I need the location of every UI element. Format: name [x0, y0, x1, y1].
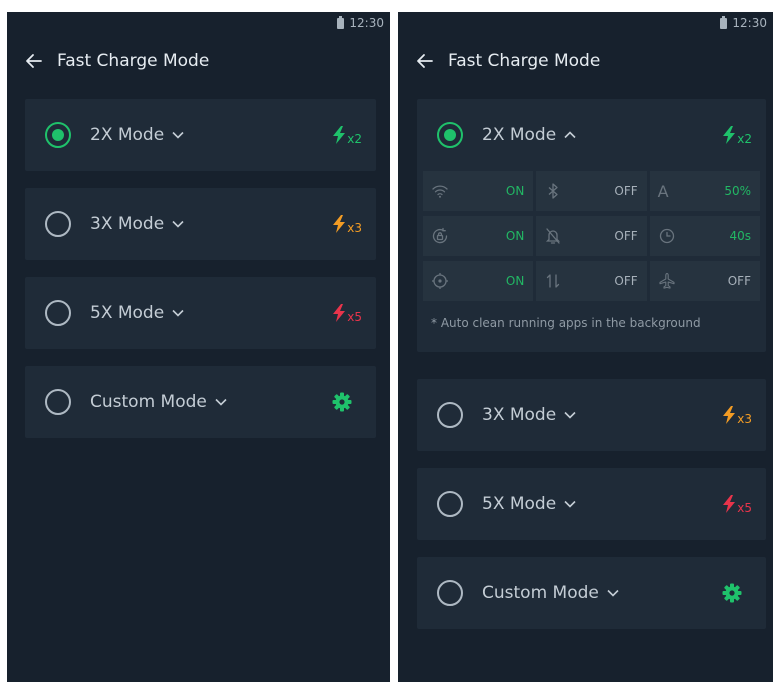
setting-value: 40s	[729, 229, 751, 243]
chevron-down-icon[interactable]	[172, 309, 184, 317]
chevron-down-icon[interactable]	[564, 500, 576, 508]
mode-label: 2X Mode	[90, 125, 165, 145]
screen-collapsed: 12:30 Fast Charge Mode 2X Mode x2 3X Mod…	[7, 12, 390, 682]
mode-label: 2X Mode	[482, 125, 557, 145]
auto-clean-note: * Auto clean running apps in the backgro…	[431, 316, 701, 330]
charge-badge-x3: x3	[332, 215, 362, 235]
mode-card-5x[interactable]: 5X Mode x5	[417, 468, 766, 540]
lightning-icon	[723, 126, 736, 144]
mode-card-custom[interactable]: Custom Mode	[417, 557, 766, 629]
status-bar: 12:30	[337, 12, 384, 34]
chevron-down-icon[interactable]	[172, 220, 184, 228]
lightning-icon	[333, 215, 346, 233]
mode-label: Custom Mode	[90, 392, 207, 412]
chevron-down-icon[interactable]	[172, 131, 184, 139]
mode-card-custom[interactable]: Custom Mode	[25, 366, 376, 438]
wifi-icon	[432, 185, 448, 198]
setting-screen-timeout[interactable]: 40s	[649, 216, 760, 256]
screen-expanded: 12:30 Fast Charge Mode 2X Mode x2 ON OFF…	[398, 12, 773, 682]
setting-airplane-mode[interactable]: OFF	[649, 261, 760, 301]
back-arrow-icon[interactable]	[25, 52, 43, 70]
setting-value: 50%	[724, 184, 751, 198]
radio-custom-mode[interactable]	[437, 580, 463, 606]
charge-badge-x2: x2	[332, 126, 362, 146]
mode-card-5x[interactable]: 5X Mode x5	[25, 277, 376, 349]
multiplier-label: x3	[737, 412, 752, 426]
status-time: 12:30	[349, 16, 384, 30]
setting-brightness[interactable]: A 50%	[649, 171, 760, 211]
mode-card-2x[interactable]: 2X Mode x2	[25, 99, 376, 171]
notifications-off-icon	[546, 228, 561, 244]
rotation-lock-icon	[432, 227, 448, 244]
setting-value: OFF	[614, 229, 638, 243]
status-bar: 12:30	[720, 12, 767, 34]
lightning-icon	[333, 304, 346, 322]
radio-2x-mode[interactable]	[45, 122, 71, 148]
multiplier-label: x5	[737, 501, 752, 515]
mode-card-3x[interactable]: 3X Mode x3	[25, 188, 376, 260]
setting-value: ON	[505, 274, 525, 288]
charge-badge-x2: x2	[722, 126, 752, 146]
setting-value: ON	[505, 184, 525, 198]
mode-label: 5X Mode	[482, 494, 557, 514]
gear-icon[interactable]	[332, 392, 352, 412]
chevron-down-icon[interactable]	[564, 411, 576, 419]
mode-label: 3X Mode	[90, 214, 165, 234]
settings-grid: ON OFF A 50% ON OFF 40s ON OFF OFF * Aut…	[417, 171, 766, 352]
app-bar: Fast Charge Mode	[25, 48, 209, 74]
multiplier-label: x5	[347, 310, 362, 324]
custom-settings[interactable]	[332, 392, 352, 412]
lightning-icon	[333, 126, 346, 144]
setting-value: OFF	[614, 184, 638, 198]
charge-badge-x3: x3	[722, 406, 752, 426]
mobile-data-icon	[547, 274, 560, 288]
lightning-icon	[723, 406, 736, 424]
page-title: Fast Charge Mode	[448, 51, 601, 71]
chevron-down-icon[interactable]	[215, 398, 227, 406]
multiplier-label: x2	[347, 132, 362, 146]
setting-value: ON	[505, 229, 525, 243]
multiplier-label: x2	[737, 132, 752, 146]
radio-3x-mode[interactable]	[437, 402, 463, 428]
radio-3x-mode[interactable]	[45, 211, 71, 237]
setting-mobile-data[interactable]: OFF	[536, 261, 647, 301]
lightning-icon	[723, 495, 736, 513]
back-arrow-icon[interactable]	[416, 52, 434, 70]
brightness-auto-icon: A	[657, 181, 669, 201]
charge-badge-x5: x5	[332, 304, 362, 324]
mode-label: Custom Mode	[482, 583, 599, 603]
setting-notifications[interactable]: OFF	[536, 216, 647, 256]
bluetooth-icon	[548, 183, 558, 199]
mode-label: 3X Mode	[482, 405, 557, 425]
setting-value: OFF	[727, 274, 751, 288]
setting-bluetooth[interactable]: OFF	[536, 171, 647, 211]
radio-2x-mode[interactable]	[437, 122, 463, 148]
gear-icon[interactable]	[722, 583, 742, 603]
radio-5x-mode[interactable]	[437, 491, 463, 517]
mode-card-3x[interactable]: 3X Mode x3	[417, 379, 766, 451]
location-icon	[432, 273, 448, 289]
radio-custom-mode[interactable]	[45, 389, 71, 415]
battery-icon	[337, 15, 345, 29]
chevron-up-icon[interactable]	[564, 131, 576, 139]
custom-settings[interactable]	[722, 583, 742, 603]
clock-icon	[659, 228, 674, 244]
radio-5x-mode[interactable]	[45, 300, 71, 326]
app-bar: Fast Charge Mode	[416, 48, 600, 74]
chevron-down-icon[interactable]	[607, 589, 619, 597]
page-title: Fast Charge Mode	[57, 51, 210, 71]
status-time: 12:30	[732, 16, 767, 30]
mode-label: 5X Mode	[90, 303, 165, 323]
charge-badge-x5: x5	[722, 495, 752, 515]
setting-wifi[interactable]: ON	[423, 171, 534, 211]
mode-card-2x-expanded[interactable]: 2X Mode x2 ON OFF A 50% ON OFF 40s ON OF…	[417, 99, 766, 352]
multiplier-label: x3	[347, 221, 362, 235]
setting-value: OFF	[614, 274, 638, 288]
setting-location[interactable]: ON	[423, 261, 534, 301]
airplane-icon	[659, 272, 675, 289]
battery-icon	[720, 15, 728, 29]
setting-rotation-lock[interactable]: ON	[423, 216, 534, 256]
